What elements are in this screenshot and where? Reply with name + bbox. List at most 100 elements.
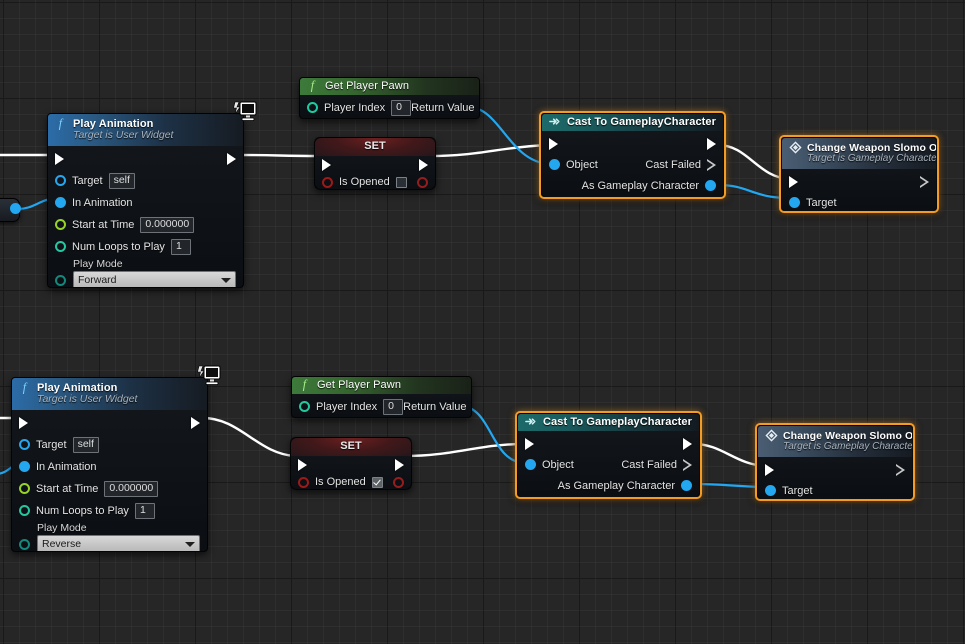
node-header: f Get Player Pawn	[292, 377, 471, 394]
pin-row-as-gameplay-character: As Gameplay Character	[518, 476, 699, 495]
pin-label: Cast Failed	[645, 158, 701, 171]
is-opened-out-pin[interactable]	[417, 176, 428, 188]
exec-in-pin[interactable]	[55, 152, 64, 165]
node-header: f Get Player Pawn	[300, 78, 479, 95]
node-cast-to-gameplaycharacter-bottom[interactable]: Cast To GameplayCharacter Object Cast Fa…	[515, 411, 702, 499]
object-pin[interactable]	[525, 459, 536, 470]
num-loops-value-field[interactable]: 1	[170, 238, 191, 255]
as-gameplay-character-pin[interactable]	[681, 480, 692, 491]
node-title: Get Player Pawn	[325, 79, 410, 92]
start-at-time-pin[interactable]	[55, 219, 66, 230]
play-mode-dropdown[interactable]: Forward	[73, 271, 236, 287]
node-header: SET	[291, 438, 411, 456]
node-header: Cast To GameplayCharacter	[542, 114, 723, 131]
node-change-weapon-slomo-on[interactable]: Change Weapon Slomo On Target is Gamepla…	[755, 423, 915, 501]
exec-out-pin[interactable]	[683, 438, 692, 450]
pin-label: As Gameplay Character	[581, 179, 699, 192]
pin-label: Return Value	[403, 400, 467, 413]
player-index-value-field[interactable]: 0	[391, 99, 412, 116]
play-mode-pin[interactable]	[19, 539, 30, 550]
is-opened-pin[interactable]	[298, 476, 309, 488]
num-loops-to-play-pin[interactable]	[19, 505, 30, 516]
exec-out-pin[interactable]	[191, 416, 200, 429]
pin-row-in-animation: In Animation	[48, 193, 243, 212]
node-get-player-pawn-bottom[interactable]: f Get Player Pawn Player Index 0 Return …	[291, 376, 472, 418]
pin-label: In Animation	[72, 196, 133, 209]
function-f-icon: f	[59, 117, 64, 130]
exec-row	[542, 131, 723, 153]
node-title: Change Weapon Slomo On	[783, 429, 913, 442]
function-f-icon: f	[23, 381, 28, 394]
pin-row-start-at-time: Start at Time 0.000000	[48, 215, 243, 234]
in-animation-pin[interactable]	[19, 461, 30, 472]
exec-in-pin[interactable]	[549, 138, 558, 150]
exec-out-pin[interactable]	[896, 464, 905, 476]
svg-text:f: f	[303, 378, 308, 391]
pin-label: Start at Time	[36, 482, 99, 495]
pin-label: Target	[806, 196, 837, 209]
pin-row-num-loops: Num Loops to Play 1	[12, 501, 207, 520]
exec-out-pin[interactable]	[227, 152, 236, 165]
is-opened-pin[interactable]	[322, 176, 333, 188]
exec-out-pin[interactable]	[707, 138, 716, 150]
target-value-field[interactable]: self	[72, 436, 99, 453]
cast-failed-exec-pin[interactable]	[683, 458, 692, 471]
start-at-time-pin[interactable]	[19, 483, 30, 494]
diamond-event-icon	[765, 429, 778, 442]
pin-row-target: Target self	[12, 435, 207, 454]
exec-in-pin[interactable]	[298, 459, 307, 471]
exec-in-pin[interactable]	[525, 438, 534, 450]
node-set-is-opened-bottom[interactable]: SET Is Opened	[290, 437, 412, 490]
node-change-weapon-slomo-off[interactable]: Change Weapon Slomo Off Target is Gamepl…	[779, 135, 939, 213]
function-f-icon: f	[303, 378, 308, 391]
node-play-animation-bottom[interactable]: f Play Animation Target is User Widget T…	[11, 377, 208, 552]
node-header: f Play Animation Target is User Widget	[48, 114, 243, 146]
num-loops-to-play-pin[interactable]	[55, 241, 66, 252]
exec-in-pin[interactable]	[322, 159, 331, 171]
is-opened-checkbox[interactable]	[395, 176, 407, 188]
start-at-time-value-field[interactable]: 0.000000	[104, 480, 159, 497]
play-mode-dropdown[interactable]: Reverse	[37, 535, 200, 551]
pin-row-object-castfailed: Object Cast Failed	[518, 455, 699, 474]
pin-label: Player Index	[316, 400, 378, 413]
exec-in-pin[interactable]	[789, 176, 798, 188]
node-get-player-pawn-top[interactable]: f Get Player Pawn Player Index 0 Return …	[299, 77, 480, 119]
target-pin[interactable]	[55, 175, 66, 186]
exec-in-pin[interactable]	[19, 416, 28, 429]
player-index-pin[interactable]	[299, 401, 310, 412]
exec-row	[782, 169, 936, 192]
node-play-animation-top[interactable]: f Play Animation Target is User Widget T…	[47, 113, 244, 288]
target-value-field[interactable]: self	[108, 172, 135, 189]
svg-text:f: f	[23, 381, 28, 394]
play-mode-label: Play Mode	[37, 522, 87, 534]
watch-screen-icon-top	[232, 100, 258, 124]
target-pin[interactable]	[19, 439, 30, 450]
node-title: SET	[340, 440, 362, 452]
exec-row	[758, 457, 912, 480]
target-pin[interactable]	[765, 485, 776, 496]
exec-in-pin[interactable]	[765, 464, 774, 476]
num-loops-value-field[interactable]: 1	[134, 502, 155, 519]
exec-out-pin[interactable]	[419, 159, 428, 171]
exec-out-pin[interactable]	[395, 459, 404, 471]
node-cast-to-gameplaycharacter-top[interactable]: Cast To GameplayCharacter Object Cast Fa…	[539, 111, 726, 199]
player-index-pin[interactable]	[307, 102, 318, 113]
player-index-value-field[interactable]: 0	[383, 398, 404, 415]
is-opened-checkbox[interactable]	[371, 476, 383, 488]
exec-row	[48, 146, 243, 168]
as-gameplay-character-pin[interactable]	[705, 180, 716, 191]
pin-label: Return Value	[411, 101, 475, 114]
object-pin[interactable]	[549, 159, 560, 170]
play-mode-pin[interactable]	[55, 275, 66, 286]
in-animation-pin[interactable]	[55, 197, 66, 208]
start-at-time-value-field[interactable]: 0.000000	[140, 216, 195, 233]
target-pin[interactable]	[789, 197, 800, 208]
node-title: Play Animation	[37, 381, 118, 394]
blueprint-graph-canvas[interactable]: f Play Animation Target is User Widget T…	[0, 0, 965, 644]
pin-label: Is Opened	[315, 476, 366, 488]
node-set-is-opened-top[interactable]: SET Is Opened	[314, 137, 436, 190]
is-opened-out-pin[interactable]	[393, 476, 404, 488]
exec-out-pin[interactable]	[920, 176, 929, 188]
cast-failed-exec-pin[interactable]	[707, 158, 716, 171]
node-subtitle: Target is Gameplay Character	[807, 153, 937, 164]
